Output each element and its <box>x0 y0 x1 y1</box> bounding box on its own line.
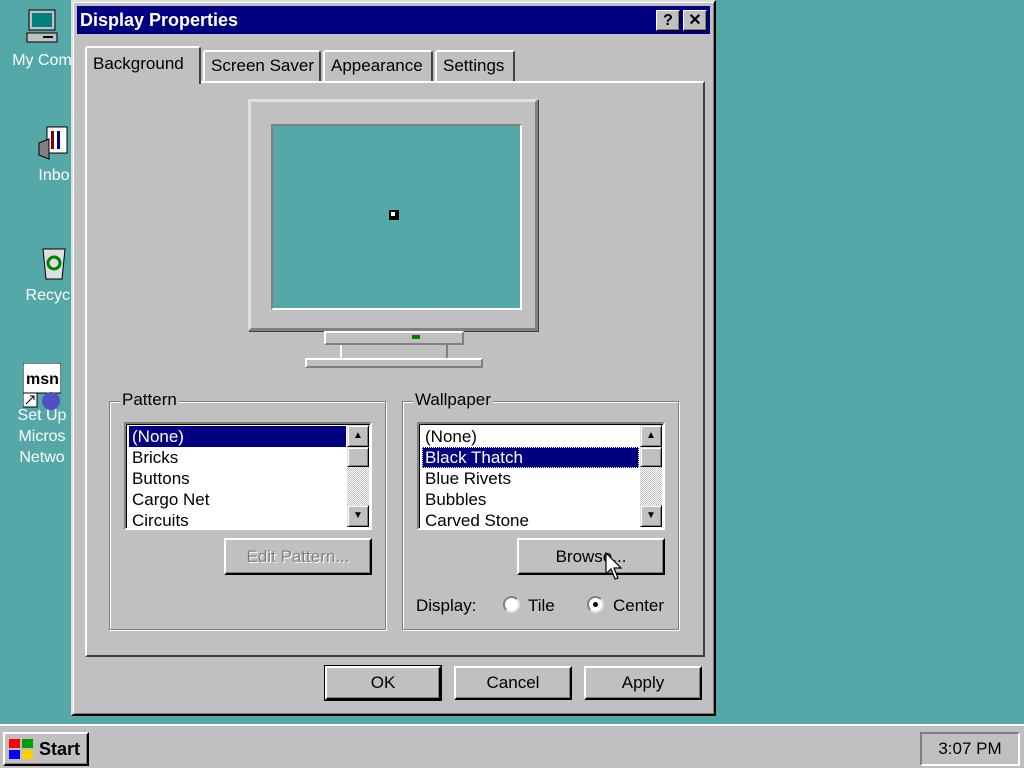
clock: 3:07 PM <box>938 739 1002 758</box>
tab-appearance[interactable]: Appearance <box>323 50 433 81</box>
desktop-icon-msn-setup[interactable]: msn Set Up Micros Netwo <box>2 362 82 468</box>
close-button[interactable]: ✕ <box>683 10 707 31</box>
windows-logo-icon <box>9 739 33 759</box>
dialog-title: Display Properties <box>80 10 239 30</box>
pattern-scrollbar[interactable]: ▲ ▼ <box>347 425 369 527</box>
scroll-thumb[interactable] <box>640 447 662 467</box>
preview-screen <box>271 124 522 310</box>
cancel-label: Cancel <box>486 673 540 692</box>
desktop-icon-my-computer[interactable]: My Com <box>2 8 82 71</box>
taskbar: Start 3:07 PM <box>0 724 1024 768</box>
monitor-neck <box>340 345 448 359</box>
scroll-up-icon[interactable]: ▲ <box>640 425 662 447</box>
monitor-base <box>324 331 464 345</box>
wallpaper-center-icon <box>389 210 399 220</box>
monitor-foot <box>305 358 483 368</box>
list-item[interactable]: (None) <box>129 426 346 447</box>
browse-button[interactable]: Browse... <box>517 538 665 575</box>
msn-setup-icon: msn <box>22 362 62 410</box>
tab-label: Appearance <box>331 56 423 75</box>
tab-label: Background <box>93 54 184 73</box>
list-item[interactable]: Buttons <box>129 468 346 489</box>
help-button[interactable]: ? <box>656 10 680 31</box>
scroll-down-icon[interactable]: ▼ <box>640 505 662 527</box>
wallpaper-group-label: Wallpaper <box>413 390 493 410</box>
wallpaper-listbox[interactable]: (None) Black Thatch Blue Rivets Bubbles … <box>417 422 665 530</box>
tile-radio-label[interactable]: Tile <box>528 596 555 616</box>
list-item[interactable]: Carved Stone <box>422 510 639 531</box>
list-item[interactable]: Bricks <box>129 447 346 468</box>
display-properties-dialog: Display Properties ? ✕ Background Screen… <box>71 0 716 716</box>
pattern-group-label: Pattern <box>120 390 179 410</box>
ok-button[interactable]: OK <box>324 665 442 701</box>
list-item[interactable]: Blue Rivets <box>422 468 639 489</box>
apply-label: Apply <box>621 673 665 692</box>
svg-text:msn: msn <box>26 371 59 388</box>
pattern-listbox[interactable]: (None) Bricks Buttons Cargo Net Circuits… <box>124 422 372 530</box>
wallpaper-scrollbar[interactable]: ▲ ▼ <box>640 425 662 527</box>
desktop-icon-label: My Com <box>12 52 72 69</box>
monitor-preview <box>248 99 538 331</box>
edit-pattern-label: Edit Pattern... <box>246 547 350 566</box>
tab-background[interactable]: Background <box>85 46 201 84</box>
scroll-thumb[interactable] <box>347 447 369 467</box>
mouse-pointer-icon <box>605 552 623 580</box>
list-item[interactable]: Cargo Net <box>129 489 346 510</box>
help-icon: ? <box>663 12 673 29</box>
center-radio[interactable] <box>587 596 604 613</box>
title-bar[interactable]: Display Properties ? ✕ <box>77 6 710 34</box>
system-tray-clock[interactable]: 3:07 PM <box>920 732 1020 766</box>
scroll-up-icon[interactable]: ▲ <box>347 425 369 447</box>
inbox-icon <box>35 123 73 161</box>
tile-radio[interactable] <box>503 596 520 613</box>
power-led-icon <box>412 335 420 339</box>
close-icon: ✕ <box>688 12 702 29</box>
edit-pattern-button[interactable]: Edit Pattern... <box>224 538 372 575</box>
list-item[interactable]: Circuits <box>129 510 346 531</box>
start-label: Start <box>39 739 81 759</box>
desktop-icon-label: Set Up Micros Netwo <box>17 407 67 466</box>
start-button[interactable]: Start <box>3 732 89 766</box>
list-item[interactable]: Black Thatch <box>422 447 639 468</box>
apply-button[interactable]: Apply <box>584 666 702 700</box>
my-computer-icon <box>23 8 61 46</box>
center-radio-label[interactable]: Center <box>613 596 664 616</box>
tab-label: Screen Saver <box>211 56 314 75</box>
tab-screen-saver[interactable]: Screen Saver <box>203 50 321 81</box>
tab-label: Settings <box>443 56 505 75</box>
display-mode-label: Display: <box>416 596 477 615</box>
tab-settings[interactable]: Settings <box>435 50 515 81</box>
scroll-down-icon[interactable]: ▼ <box>347 505 369 527</box>
recycle-bin-icon <box>35 243 73 281</box>
cancel-button[interactable]: Cancel <box>454 666 572 700</box>
list-item[interactable]: Bubbles <box>422 489 639 510</box>
ok-label: OK <box>370 673 396 692</box>
list-item[interactable]: (None) <box>422 426 639 447</box>
